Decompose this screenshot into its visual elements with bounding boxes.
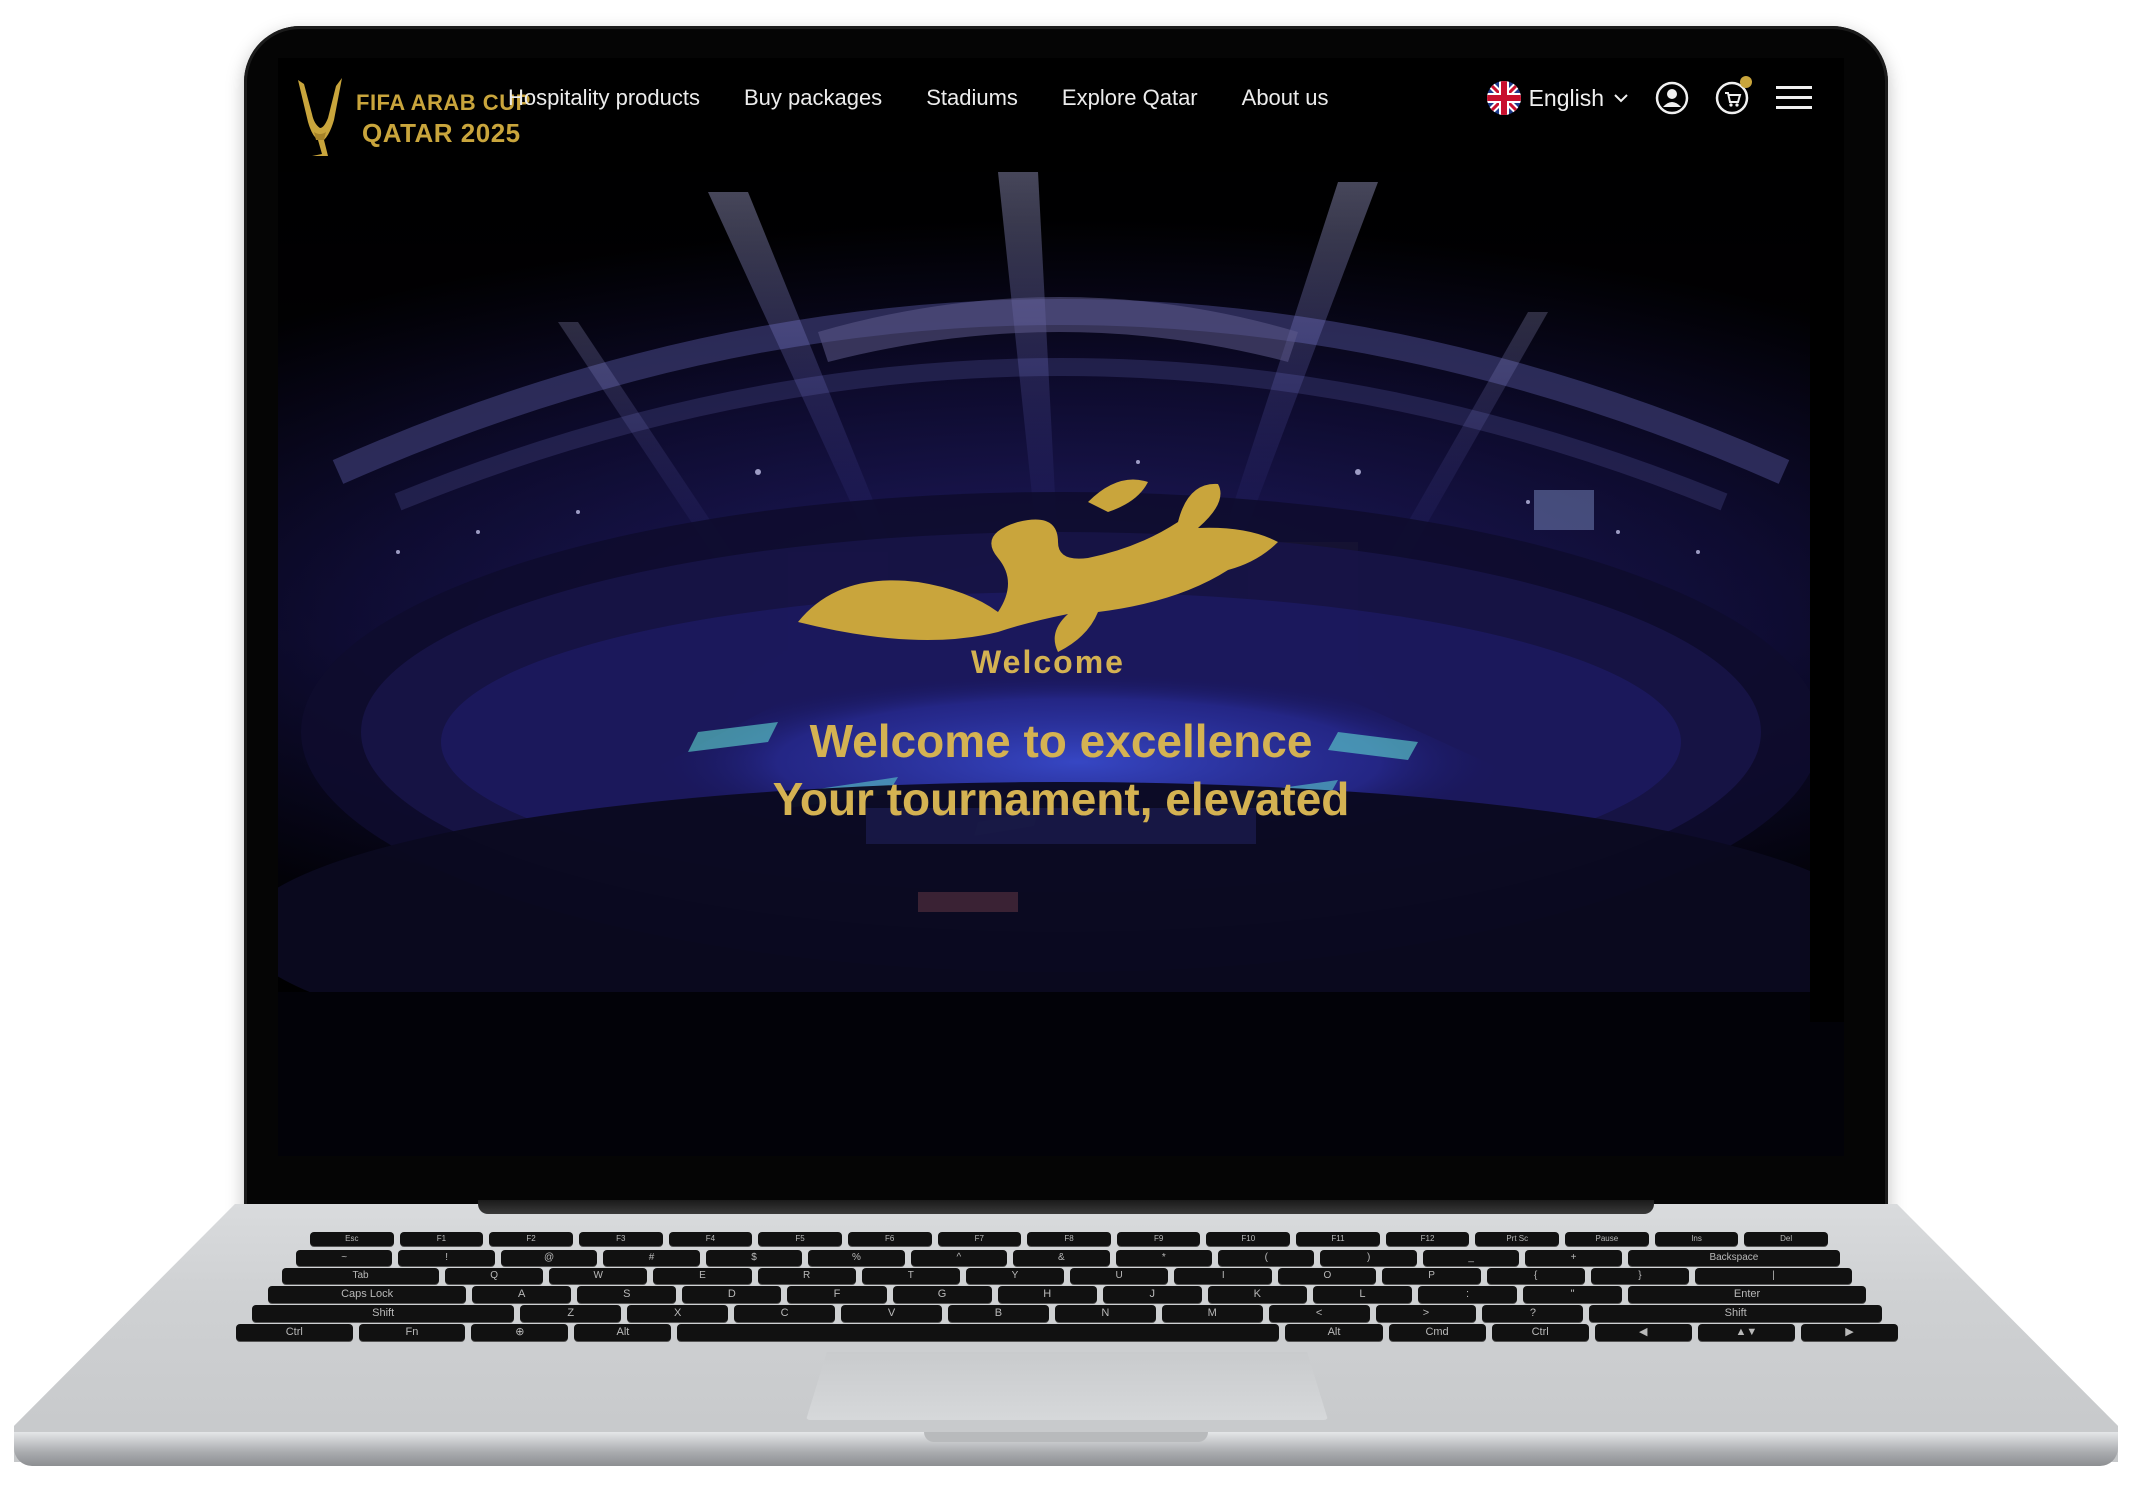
laptop-hinge	[478, 1200, 1654, 1214]
laptop-mockup: FIFA ARAB CUP QATAR 2025 Hospitality pro…	[0, 0, 2132, 1485]
hero-banner: Welcome Welcome to excellence Your tourn…	[278, 172, 1844, 1156]
language-label: English	[1528, 84, 1604, 111]
laptop-screen: FIFA ARAB CUP QATAR 2025 Hospitality pro…	[278, 58, 1844, 1156]
nav-links: Hospitality products Buy packages Stadiu…	[508, 58, 1328, 138]
cart-icon[interactable]	[1714, 76, 1752, 116]
top-navbar: FIFA ARAB CUP QATAR 2025 Hospitality pro…	[278, 58, 1844, 172]
chevron-down-icon	[1614, 94, 1628, 103]
user-icon[interactable]	[1654, 80, 1690, 116]
hero-title-line1: Welcome to excellence	[809, 715, 1313, 767]
lid-notch	[924, 1432, 1208, 1442]
brand-logo[interactable]: FIFA ARAB CUP QATAR 2025	[294, 74, 544, 160]
cart-badge	[1740, 76, 1752, 88]
language-selector[interactable]: English	[1486, 81, 1630, 115]
uk-flag-icon	[1486, 81, 1521, 115]
menu-icon[interactable]	[1774, 80, 1812, 116]
nav-hospitality-products[interactable]: Hospitality products	[508, 85, 700, 111]
brand-line2: QATAR 2025	[362, 118, 521, 148]
nav-stadiums[interactable]: Stadiums	[926, 85, 1018, 111]
hero-title-line2: Your tournament, elevated	[772, 773, 1350, 825]
keyboard-deck	[14, 1204, 2118, 1462]
nav-about-us[interactable]: About us	[1242, 85, 1329, 111]
screen-bezel-edge	[1810, 172, 1844, 1022]
nav-actions: English	[1486, 58, 1812, 138]
brand-line1: FIFA ARAB CUP	[356, 90, 531, 115]
hero-logo-subtitle: Welcome	[971, 644, 1125, 680]
trackpad	[806, 1352, 1328, 1420]
trophy-logo-icon	[298, 78, 342, 156]
hayya-calligraphy-logo-icon	[798, 479, 1278, 652]
nav-buy-packages[interactable]: Buy packages	[744, 85, 882, 111]
hero-title: Welcome to excellence Your tournament, e…	[661, 712, 1461, 828]
nav-explore-qatar[interactable]: Explore Qatar	[1062, 85, 1198, 111]
